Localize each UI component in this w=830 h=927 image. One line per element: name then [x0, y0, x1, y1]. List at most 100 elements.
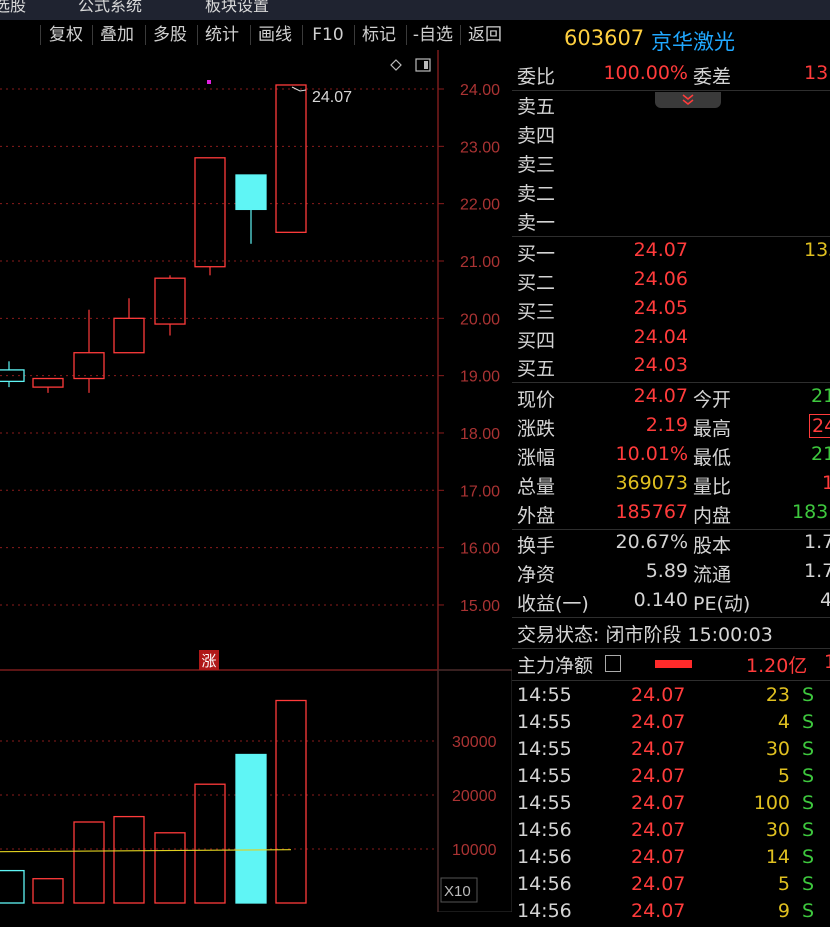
- volume-bar: [0, 869, 25, 904]
- kline-chart[interactable]: 24.00 23.00 22.00 21.00 20.00 19.00 18.00 17.00…: [0, 50, 513, 913]
- bid-volume: 135: [804, 239, 830, 261]
- tick-time: 14:55: [517, 765, 572, 787]
- tick-side: S: [802, 738, 815, 760]
- eps: 0.140: [633, 589, 688, 611]
- top-menu-bar: 选股 公式系统 板块设置: [0, 0, 830, 20]
- stat-label: 换手: [517, 535, 556, 557]
- tick-price: 24.07: [631, 711, 686, 733]
- volume-bar: [154, 832, 186, 904]
- total-volume: 369073: [615, 472, 688, 494]
- menu-item-sector-settings[interactable]: 板块设置: [205, 0, 269, 16]
- price-tick-label: 15.00: [460, 598, 500, 615]
- tick-side: S: [802, 765, 815, 787]
- trade-status: 交易状态: 闭市阶段 15:00:03: [517, 624, 773, 646]
- tick-time: 14:55: [517, 738, 572, 760]
- volume-unit-box: X10: [440, 877, 478, 903]
- ask-row-5: 卖五: [512, 92, 830, 120]
- kline-chart-svg[interactable]: 24.00 23.00 22.00 21.00 20.00 19.00 18.00 17.00…: [0, 50, 513, 913]
- tick-time: 14:56: [517, 819, 572, 841]
- last-price-label: 24.07: [312, 89, 352, 106]
- overlay-button[interactable]: 叠加: [95, 23, 139, 47]
- divider: [512, 648, 830, 649]
- divider: [512, 617, 830, 618]
- stat-label: 外盘: [517, 505, 556, 527]
- turnover-rate: 20.67%: [615, 531, 688, 553]
- toolbar-divider: [354, 25, 355, 45]
- ask-row-3: 卖三: [512, 150, 830, 178]
- bid-price: 24.07: [633, 239, 688, 261]
- tick-volume: 14: [765, 846, 790, 868]
- diamond-icon[interactable]: [390, 59, 402, 71]
- order-ratio-row: 委比 100.00% 委差 13: [512, 62, 830, 90]
- tick-volume: 30: [765, 738, 790, 760]
- stat-label: 涨跌: [517, 418, 556, 440]
- mark-button[interactable]: 标记: [357, 23, 401, 47]
- divider: [512, 680, 830, 681]
- list-icon[interactable]: [605, 655, 621, 672]
- candle-body: [235, 174, 267, 211]
- main-force-extra: 1: [824, 651, 830, 673]
- stat-label: 总量: [517, 476, 556, 498]
- list-item: 14:55 24.07 5 S: [512, 765, 830, 792]
- stock-code: 603607: [564, 26, 645, 50]
- toolbar-divider: [302, 25, 303, 45]
- volume-tick-label: 10000: [452, 842, 497, 859]
- float-shares: 1.7: [804, 560, 830, 582]
- menu-item-stock-pick[interactable]: 选股: [0, 0, 26, 16]
- tick-volume: 5: [777, 765, 790, 787]
- volume-unit-label: X10: [444, 883, 471, 900]
- ask-label: 卖五: [517, 96, 556, 118]
- stat-label: 量比: [693, 476, 732, 498]
- tick-side: S: [802, 900, 815, 922]
- restore-rights-button[interactable]: 复权: [44, 23, 88, 47]
- volume-tick-label: 20000: [452, 788, 497, 805]
- list-item: 14:56 24.07 9 S: [512, 900, 830, 927]
- stat-label: 内盘: [693, 505, 732, 527]
- toolbar-divider: [460, 25, 461, 45]
- stat-label: 涨幅: [517, 447, 556, 469]
- stat-label: 流通: [693, 564, 732, 586]
- tick-price: 24.07: [631, 819, 686, 841]
- volume-bar: [194, 783, 226, 904]
- net-asset: 5.89: [645, 560, 688, 582]
- stat-row-change: 涨跌 2.19 最高 24: [512, 414, 830, 442]
- toolbar-divider: [92, 25, 93, 45]
- order-diff-value: 13: [804, 62, 829, 84]
- multi-stock-button[interactable]: 多股: [148, 23, 192, 47]
- volume-series: [0, 699, 307, 904]
- draw-line-button[interactable]: 画线: [253, 23, 297, 47]
- tick-price: 24.07: [631, 792, 686, 814]
- order-ratio-label: 委比: [517, 66, 556, 88]
- bid-label: 买二: [517, 272, 556, 294]
- trade-status-row: 交易状态: 闭市阶段 15:00:03: [512, 620, 830, 648]
- main-force-bar: [655, 660, 692, 668]
- price-tick-label: 24.00: [460, 82, 500, 99]
- menu-item-formula-system[interactable]: 公式系统: [78, 0, 142, 16]
- list-item: 14:56 24.07 30 S: [512, 819, 830, 846]
- pe-ratio: 4: [820, 589, 830, 611]
- remove-watchlist-button[interactable]: -自选: [409, 23, 457, 47]
- volume-bar: [32, 878, 64, 904]
- tick-time: 14:55: [517, 792, 572, 814]
- volume-bar: [235, 753, 267, 904]
- back-button[interactable]: 返回: [463, 23, 507, 47]
- list-item: 14:56 24.07 5 S: [512, 873, 830, 900]
- list-item: 14:55 24.07 4 S: [512, 711, 830, 738]
- list-item: 14:55 24.07 30 S: [512, 738, 830, 765]
- panel-toggle-icon-fill: [424, 61, 428, 69]
- price-tick-label: 23.00: [460, 139, 500, 156]
- order-diff-label: 委差: [693, 66, 732, 88]
- toolbar-divider: [197, 25, 198, 45]
- stat-label: 今开: [693, 389, 732, 411]
- bid-row-1: 买一 24.07 135: [512, 239, 830, 267]
- f10-button[interactable]: F10: [306, 23, 350, 47]
- ask-label: 卖三: [517, 154, 556, 176]
- statistics-button[interactable]: 统计: [200, 23, 244, 47]
- tick-side: S: [802, 873, 815, 895]
- divider: [512, 236, 830, 237]
- share-capital: 1.7: [804, 531, 830, 553]
- tick-side: S: [802, 792, 815, 814]
- volume-tick-label: 30000: [452, 734, 497, 751]
- price-tick-label: 21.00: [460, 254, 500, 271]
- stat-label: 收益(一): [517, 593, 589, 615]
